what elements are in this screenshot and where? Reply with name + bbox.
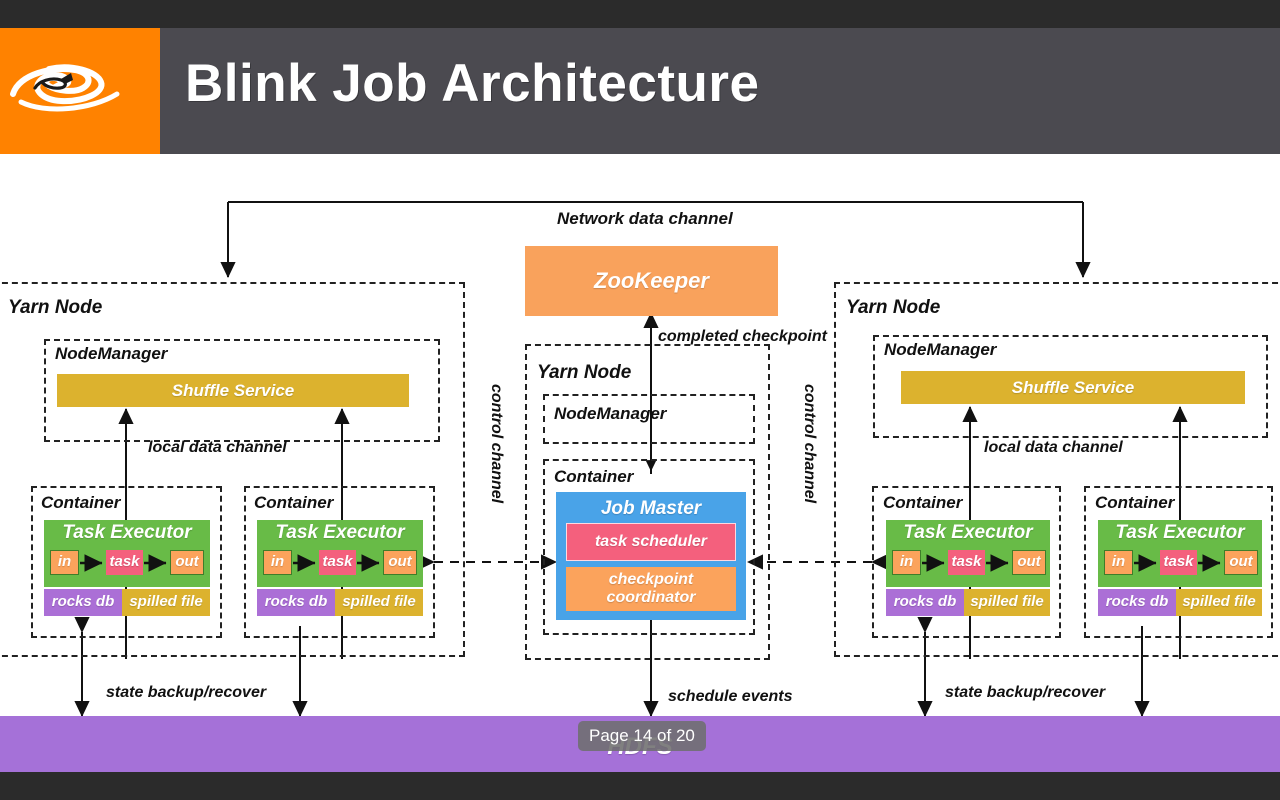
right-shuffle-service: Shuffle Service <box>901 371 1245 404</box>
left-container-1-spilled-file: spilled file <box>122 589 210 616</box>
page-indicator: Page 14 of 20 <box>578 721 706 751</box>
task-scheduler-block: task scheduler <box>566 523 736 561</box>
right-container-1-spilled-file: spilled file <box>964 589 1050 616</box>
left-container-1-rocks-db: rocks db <box>44 589 122 616</box>
left-shuffle-service: Shuffle Service <box>57 374 409 407</box>
architecture-diagram: Network data channel ZooKeeper completed… <box>0 154 1280 772</box>
slide-header: Blink Job Architecture <box>0 28 1280 154</box>
right-container-1-flow-arrows <box>922 554 1009 572</box>
right-local-data-channel-label: local data channel <box>984 439 1123 456</box>
center-container-label: Container <box>554 467 634 486</box>
schedule-events-label: schedule events <box>668 688 793 705</box>
right-container-1-label: Container <box>883 493 963 512</box>
job-master-title: Job Master <box>600 498 702 519</box>
network-data-channel-label: Network data channel <box>557 209 733 228</box>
left-container-2-spilled-file: spilled file <box>335 589 423 616</box>
left-node-manager-label: NodeManager <box>55 344 168 363</box>
right-container-2-label: Container <box>1095 493 1175 512</box>
left-yarn-node-label: Yarn Node <box>8 297 103 318</box>
alibaba-logo-icon <box>10 64 120 112</box>
left-container-2-flow-arrows <box>293 554 380 572</box>
checkpoint-coordinator-block: checkpoint coordinator <box>566 567 736 611</box>
job-master-block: Job Master task scheduler checkpoint coo… <box>556 492 746 620</box>
left-container-2-rocks-db: rocks db <box>257 589 335 616</box>
left-container-1-label: Container <box>41 493 121 512</box>
left-container-1-flow-arrows <box>80 554 167 572</box>
right-container-2-spilled-file: spilled file <box>1176 589 1262 616</box>
right-node-manager-label: NodeManager <box>884 340 997 359</box>
page-title: Blink Job Architecture <box>185 54 760 113</box>
right-yarn-node-label: Yarn Node <box>846 297 941 318</box>
left-state-backup-label: state backup/recover <box>106 684 267 701</box>
zookeeper-block: ZooKeeper <box>525 246 778 316</box>
right-state-backup-label: state backup/recover <box>945 684 1106 701</box>
right-control-channel-label: control channel <box>801 384 818 504</box>
alibaba-logo <box>0 28 160 154</box>
right-container-2-flow-arrows <box>1134 554 1221 572</box>
slide-canvas: Blink Job Architecture Network data chan… <box>0 28 1280 772</box>
left-local-data-channel-label: local data channel <box>148 439 287 456</box>
right-container-2-rocks-db: rocks db <box>1098 589 1176 616</box>
center-yarn-node-label: Yarn Node <box>537 362 632 383</box>
left-container-2-label: Container <box>254 493 334 512</box>
left-control-channel-label: control channel <box>488 384 505 504</box>
screenshot-root: Blink Job Architecture Network data chan… <box>0 0 1280 800</box>
center-node-manager-label: NodeManager <box>554 404 667 423</box>
right-container-1-rocks-db: rocks db <box>886 589 964 616</box>
